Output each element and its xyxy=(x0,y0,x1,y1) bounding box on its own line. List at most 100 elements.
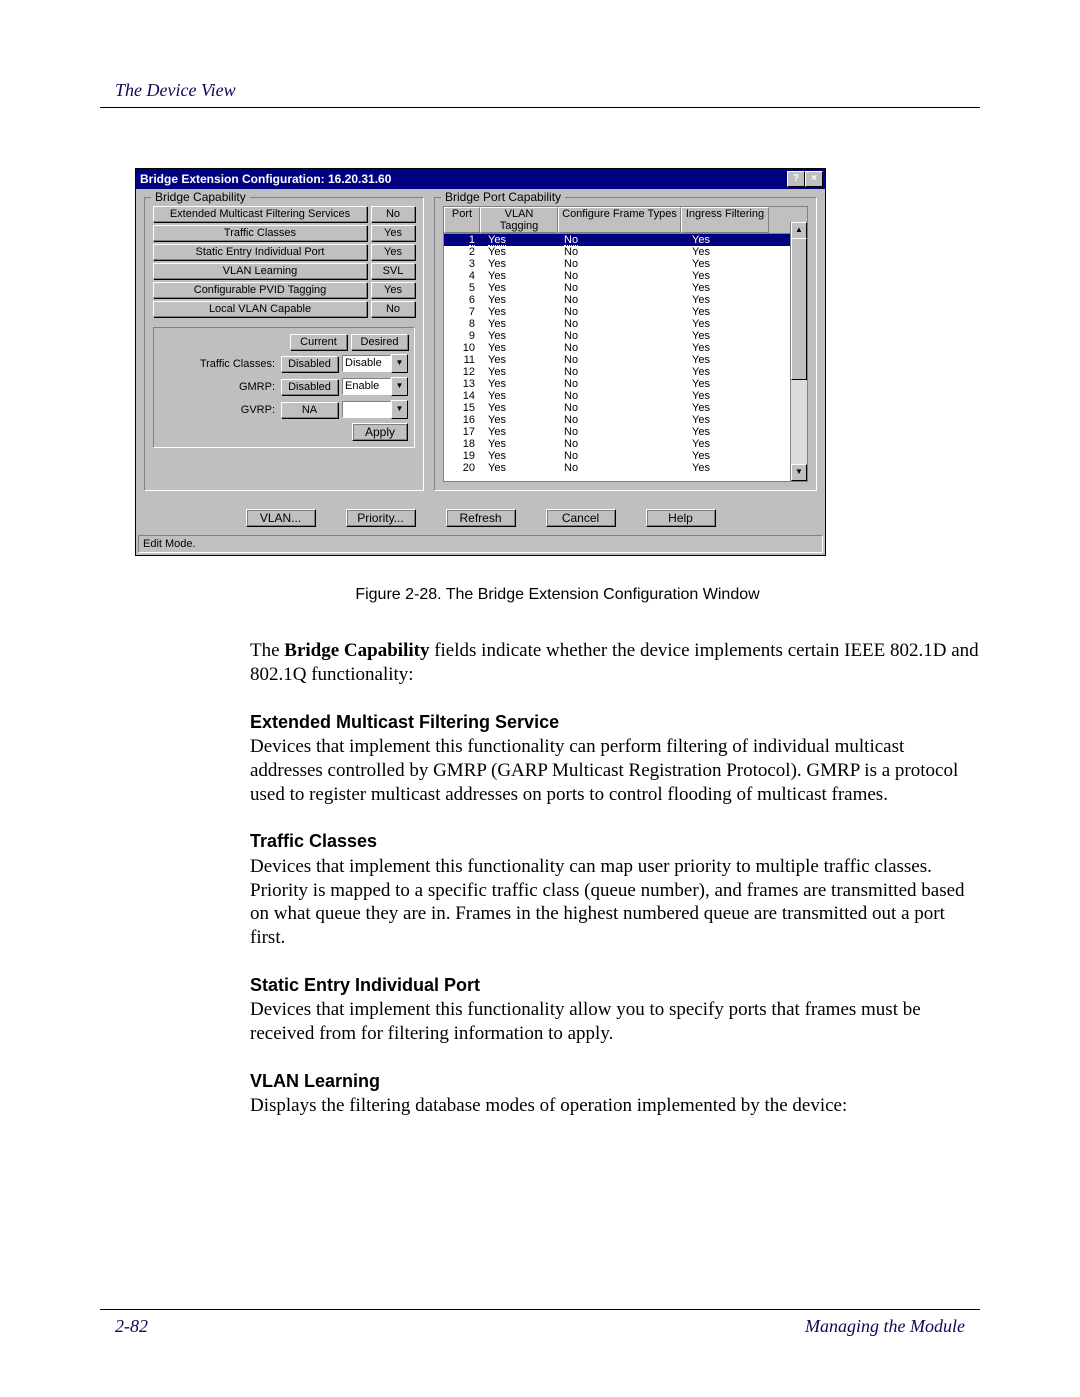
table-row[interactable]: 6YesNoYes xyxy=(444,294,807,306)
port-cell: 10 xyxy=(444,342,478,354)
capability-row: Traffic ClassesYes xyxy=(153,225,415,241)
page-header: The Device View xyxy=(115,80,980,101)
vlan-tagging-cell: Yes xyxy=(478,342,561,354)
table-row[interactable]: 13YesNoYes xyxy=(444,378,807,390)
table-row[interactable]: 17YesNoYes xyxy=(444,426,807,438)
table-row[interactable]: 14YesNoYes xyxy=(444,390,807,402)
dropdown-arrow-icon[interactable]: ▼ xyxy=(391,400,408,419)
setting-desired-input[interactable]: Disable xyxy=(342,355,391,372)
table-row[interactable]: 12YesNoYes xyxy=(444,366,807,378)
table-row[interactable]: 8YesNoYes xyxy=(444,318,807,330)
configure-frame-types-cell: No xyxy=(561,462,682,474)
bridge-port-capability-group: Bridge Port Capability Port VLAN Tagging… xyxy=(434,197,817,491)
desired-header: Desired xyxy=(351,334,408,350)
capability-value: SVL xyxy=(371,263,415,279)
ingress-filtering-cell: Yes xyxy=(682,378,775,390)
configure-frame-types-cell: No xyxy=(561,402,682,414)
vlan-tagging-cell: Yes xyxy=(478,234,561,246)
port-cell: 2 xyxy=(444,246,478,258)
port-cell: 12 xyxy=(444,366,478,378)
dropdown-arrow-icon[interactable]: ▼ xyxy=(391,354,408,373)
table-row[interactable]: 18YesNoYes xyxy=(444,438,807,450)
table-row[interactable]: 7YesNoYes xyxy=(444,306,807,318)
intro-bold: Bridge Capability xyxy=(284,640,429,661)
vlan-tagging-cell: Yes xyxy=(478,282,561,294)
col-configure-frame-types-header[interactable]: Configure Frame Types xyxy=(558,207,681,233)
table-row[interactable]: 9YesNoYes xyxy=(444,330,807,342)
capability-label: Local VLAN Capable xyxy=(153,301,367,317)
apply-button[interactable]: Apply xyxy=(352,423,408,441)
dropdown-arrow-icon[interactable]: ▼ xyxy=(391,377,408,396)
table-row[interactable]: 15YesNoYes xyxy=(444,402,807,414)
ingress-filtering-cell: Yes xyxy=(682,342,775,354)
capability-row: Local VLAN CapableNo xyxy=(153,301,415,317)
priority-button[interactable]: Priority... xyxy=(346,509,416,527)
footer-title: Managing the Module xyxy=(805,1316,965,1337)
table-row[interactable]: 2YesNoYes xyxy=(444,246,807,258)
capability-value: No xyxy=(371,301,415,317)
settings-panel: Current Desired Traffic Classes:Disabled… xyxy=(153,327,415,448)
header-rule xyxy=(100,107,980,108)
paragraph: Devices that implement this functionalit… xyxy=(250,855,980,950)
scroll-up-icon[interactable]: ▲ xyxy=(791,222,807,239)
help-button[interactable]: Help xyxy=(646,509,716,527)
capability-value: Yes xyxy=(371,225,415,241)
table-row[interactable]: 3YesNoYes xyxy=(444,258,807,270)
ingress-filtering-cell: Yes xyxy=(682,450,775,462)
ingress-filtering-cell: Yes xyxy=(682,366,775,378)
setting-current: Disabled xyxy=(281,356,338,372)
scrollbar[interactable]: ▲ ▼ xyxy=(790,222,807,481)
vlan-tagging-cell: Yes xyxy=(478,402,561,414)
table-row[interactable]: 4YesNoYes xyxy=(444,270,807,282)
cancel-button[interactable]: Cancel xyxy=(546,509,616,527)
vlan-tagging-cell: Yes xyxy=(478,438,561,450)
configure-frame-types-cell: No xyxy=(561,294,682,306)
table-row[interactable]: 11YesNoYes xyxy=(444,354,807,366)
ingress-filtering-cell: Yes xyxy=(682,402,775,414)
configure-frame-types-cell: No xyxy=(561,390,682,402)
configure-frame-types-cell: No xyxy=(561,450,682,462)
table-row[interactable]: 10YesNoYes xyxy=(444,342,807,354)
vlan-tagging-cell: Yes xyxy=(478,318,561,330)
vlan-tagging-cell: Yes xyxy=(478,246,561,258)
setting-desired-input[interactable]: Enable xyxy=(342,378,391,395)
intro-text: The xyxy=(250,640,284,661)
capability-value: Yes xyxy=(371,244,415,260)
port-table[interactable]: Port VLAN Tagging Configure Frame Types … xyxy=(443,206,808,482)
setting-row: GMRP:DisabledEnable▼ xyxy=(160,377,408,396)
col-vlan-tagging-header[interactable]: VLAN Tagging xyxy=(480,207,558,233)
capability-row: Static Entry Individual PortYes xyxy=(153,244,415,260)
paragraph: Devices that implement this functionalit… xyxy=(250,735,980,806)
col-port-header[interactable]: Port xyxy=(444,207,480,233)
vlan-button[interactable]: VLAN... xyxy=(246,509,316,527)
setting-desired-input[interactable] xyxy=(342,401,391,418)
help-icon[interactable]: ? xyxy=(787,171,805,187)
ingress-filtering-cell: Yes xyxy=(682,438,775,450)
port-cell: 11 xyxy=(444,354,478,366)
ingress-filtering-cell: Yes xyxy=(682,318,775,330)
ingress-filtering-cell: Yes xyxy=(682,282,775,294)
table-row[interactable]: 20YesNoYes xyxy=(444,462,807,474)
table-row[interactable]: 16YesNoYes xyxy=(444,414,807,426)
scroll-down-icon[interactable]: ▼ xyxy=(791,464,807,481)
titlebar[interactable]: Bridge Extension Configuration: 16.20.31… xyxy=(136,169,825,189)
ingress-filtering-cell: Yes xyxy=(682,354,775,366)
section-heading: Extended Multicast Filtering Service xyxy=(250,711,980,734)
port-cell: 5 xyxy=(444,282,478,294)
refresh-button[interactable]: Refresh xyxy=(446,509,516,527)
ingress-filtering-cell: Yes xyxy=(682,246,775,258)
capability-row: Extended Multicast Filtering ServicesNo xyxy=(153,206,415,222)
table-row[interactable]: 5YesNoYes xyxy=(444,282,807,294)
col-ingress-filtering-header[interactable]: Ingress Filtering xyxy=(681,207,769,233)
configure-frame-types-cell: No xyxy=(561,354,682,366)
capability-label: Static Entry Individual Port xyxy=(153,244,367,260)
table-row[interactable]: 19YesNoYes xyxy=(444,450,807,462)
table-row[interactable]: 1YesNoYes xyxy=(444,234,807,246)
bridge-capability-group: Bridge Capability Extended Multicast Fil… xyxy=(144,197,424,491)
configure-frame-types-cell: No xyxy=(561,330,682,342)
capability-row: VLAN LearningSVL xyxy=(153,263,415,279)
capability-label: Extended Multicast Filtering Services xyxy=(153,206,367,222)
close-icon[interactable]: × xyxy=(805,171,823,187)
scroll-thumb[interactable] xyxy=(791,238,807,380)
configure-frame-types-cell: No xyxy=(561,258,682,270)
